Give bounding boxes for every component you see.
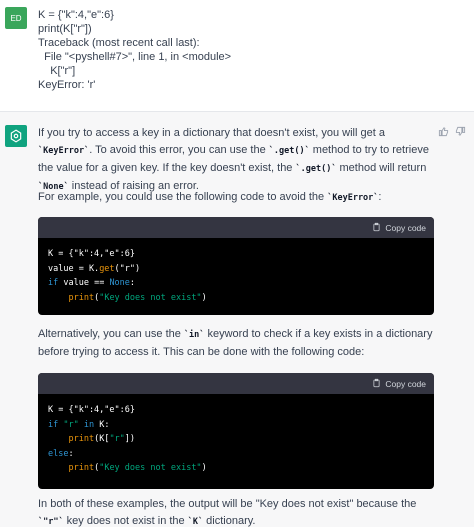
- openai-logo-icon: [5, 125, 27, 147]
- user-message-text: K = {"k":4,"e":6} print(K["r"]) Tracebac…: [38, 8, 231, 92]
- code-text: :: [68, 448, 74, 459]
- code-line: if "r" in K:: [48, 420, 109, 430]
- inline-code: `"r"`: [38, 517, 64, 527]
- code-function: print: [68, 434, 95, 444]
- text: Alternatively, you can use the: [38, 328, 184, 340]
- code-keyword: if: [48, 419, 59, 430]
- code-line: K = {"k":4,"e":6}: [48, 249, 135, 259]
- answer-paragraph-2: For example, you could use the following…: [38, 189, 438, 207]
- inline-code: `.get()`: [268, 146, 310, 156]
- clipboard-icon[interactable]: [372, 222, 381, 234]
- code-block-1: Copy code K = {"k":4,"e":6} value = K.ge…: [38, 217, 434, 315]
- code-text: :: [129, 278, 136, 288]
- code-keyword: if: [48, 278, 59, 288]
- code-line: print("Key does not exist"): [68, 293, 206, 303]
- text: method will return: [336, 162, 427, 174]
- thumbs-down-icon[interactable]: [455, 126, 466, 140]
- code-block-header: Copy code: [38, 217, 434, 238]
- code-function: print: [68, 463, 95, 473]
- code-text: ("r"): [114, 263, 141, 274]
- code-content: K = {"k":4,"e":6} if "r" in K: print(K["…: [38, 394, 434, 485]
- code-content: K = {"k":4,"e":6} value = K.get("r") if …: [38, 238, 434, 314]
- code-text: ): [201, 463, 207, 473]
- inline-code: `K`: [187, 517, 204, 527]
- inline-code: `KeyError`: [38, 146, 90, 156]
- inline-code: `in`: [183, 330, 205, 340]
- code-block-2: Copy code K = {"k":4,"e":6} if "r" in K:…: [38, 373, 434, 489]
- copy-code-button[interactable]: Copy code: [385, 223, 426, 233]
- clipboard-icon[interactable]: [372, 378, 381, 390]
- code-line: if value == None:: [48, 278, 135, 288]
- user-line: KeyError: 'r': [38, 79, 96, 91]
- assistant-message: If you try to access a key in a dictiona…: [0, 112, 474, 527]
- code-line: value = K.get("r"): [48, 264, 140, 274]
- code-string: "Key does not exist": [99, 292, 202, 303]
- code-string: "r": [63, 419, 79, 430]
- code-keyword: None: [109, 278, 130, 288]
- user-message: ED K = {"k":4,"e":6} print(K["r"]) Trace…: [0, 0, 474, 112]
- user-line: K = {"k":4,"e":6}: [38, 9, 114, 21]
- copy-code-button[interactable]: Copy code: [385, 379, 426, 389]
- user-avatar: ED: [5, 7, 27, 29]
- code-text: ]): [124, 434, 136, 444]
- code-line: K = {"k":4,"e":6}: [48, 405, 135, 415]
- text: For example, you could use the following…: [38, 191, 328, 203]
- code-text: value ==: [58, 278, 110, 288]
- code-text: K:: [94, 419, 110, 430]
- code-keyword: in: [83, 419, 95, 430]
- text: . To avoid this error, you can use the: [89, 144, 269, 156]
- thumbs-up-icon[interactable]: [438, 126, 449, 140]
- user-line: K["r"]: [38, 65, 76, 77]
- answer-paragraph-4: In both of these examples, the output wi…: [38, 496, 438, 531]
- user-line: print(K["r"]): [38, 23, 92, 35]
- code-keyword: else: [48, 448, 69, 459]
- code-text: value = K.: [48, 263, 100, 274]
- code-line: print(K["r"]): [68, 434, 135, 444]
- code-text: (K[: [94, 434, 110, 444]
- answer-paragraph-3: Alternatively, you can use the `in` keyw…: [38, 326, 438, 361]
- user-line: Traceback (most recent call last):: [38, 37, 200, 49]
- feedback-buttons: [438, 126, 466, 140]
- text: key does not exist in the: [63, 515, 188, 527]
- code-string: "Key does not exist": [99, 463, 202, 473]
- code-string: "r": [109, 434, 125, 444]
- inline-code: `.get()`: [295, 164, 337, 174]
- text: dictionary.: [203, 515, 256, 527]
- answer-paragraph-1: If you try to access a key in a dictiona…: [38, 125, 438, 196]
- code-line: print("Key does not exist"): [68, 463, 206, 473]
- code-function: print: [68, 292, 95, 303]
- text: :: [378, 191, 382, 203]
- code-function: get: [99, 263, 115, 274]
- inline-code: `KeyError`: [327, 193, 379, 203]
- code-line: else:: [48, 449, 74, 459]
- user-line: File "<pyshell#7>", line 1, in <module>: [38, 51, 232, 63]
- text: In both of these examples, the output wi…: [38, 498, 417, 510]
- code-text: ): [201, 292, 207, 303]
- text: If you try to access a key in a dictiona…: [38, 127, 385, 139]
- code-block-header: Copy code: [38, 373, 434, 394]
